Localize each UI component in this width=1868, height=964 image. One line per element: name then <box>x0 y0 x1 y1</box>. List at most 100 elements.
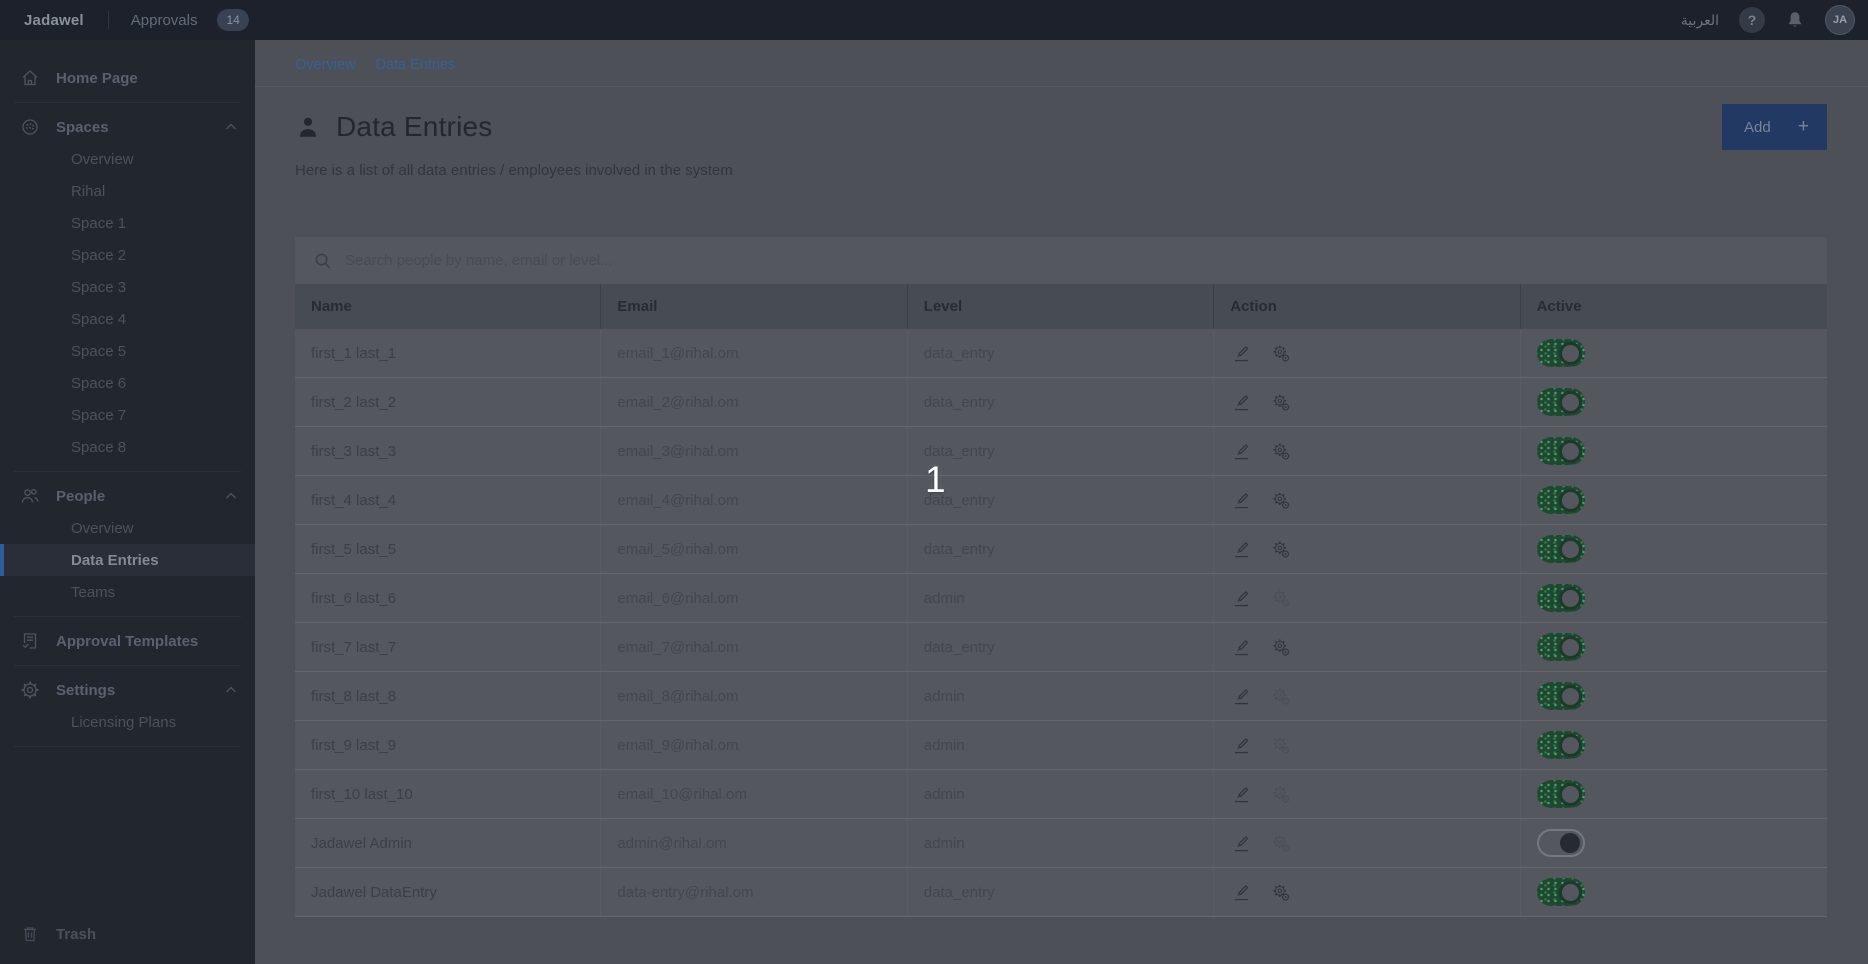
sidebar-item-label: Space 8 <box>71 438 127 456</box>
cell-name-text: first_10 last_10 <box>311 785 413 803</box>
sidebar-item-teams[interactable]: Teams <box>0 576 255 608</box>
add-button[interactable]: Add + <box>1722 104 1827 150</box>
edit-pencil-icon[interactable] <box>1232 834 1251 853</box>
sidebar-item-settings[interactable]: Settings <box>0 674 255 706</box>
edit-pencil-icon[interactable] <box>1232 589 1251 608</box>
cell-level: data_entry <box>908 329 1214 377</box>
sidebar-item-label: Data Entries <box>71 551 159 569</box>
edit-pencil-icon[interactable] <box>1232 442 1251 461</box>
column-header-email: Email <box>601 284 908 329</box>
sidebar-item-trash[interactable]: Trash <box>0 918 255 950</box>
sidebar-item-people[interactable]: People <box>0 480 255 512</box>
breadcrumb-overview[interactable]: Overview <box>295 56 355 74</box>
sidebar-item-label: Space 5 <box>71 342 127 360</box>
help-icon[interactable]: ? <box>1739 7 1765 33</box>
breadcrumb-divider <box>255 86 1868 87</box>
sidebar-item-spaces[interactable]: Spaces <box>0 111 255 143</box>
active-toggle[interactable] <box>1536 584 1585 612</box>
active-toggle[interactable] <box>1536 633 1585 661</box>
cell-level-text: data_entry <box>923 540 995 558</box>
table-row: first_2 last_2 email_2@rihal.om data_entry <box>295 378 1827 427</box>
edit-pencil-icon[interactable] <box>1232 687 1251 706</box>
edit-pencil-icon[interactable] <box>1232 393 1251 412</box>
edit-pencil-icon[interactable] <box>1232 638 1251 657</box>
active-toggle[interactable] <box>1536 388 1585 416</box>
sidebar-item-spaces-overview[interactable]: Overview <box>0 143 255 175</box>
active-toggle[interactable] <box>1536 878 1585 906</box>
permissions-gear-icon[interactable] <box>1272 344 1291 363</box>
table-row: first_8 last_8 email_8@rihal.om admin <box>295 672 1827 721</box>
sidebar-item-space-3[interactable]: Space 3 <box>0 271 255 303</box>
cell-level-text: admin <box>923 687 965 705</box>
nav-approvals-link[interactable]: Approvals 14 <box>131 9 249 31</box>
active-toggle[interactable] <box>1536 535 1585 563</box>
cell-name-text: first_3 last_3 <box>311 442 397 460</box>
active-toggle[interactable] <box>1536 437 1585 465</box>
edit-pencil-icon[interactable] <box>1232 785 1251 804</box>
sidebar-item-space-8[interactable]: Space 8 <box>0 431 255 463</box>
cell-level: data_entry <box>908 427 1214 475</box>
table-header: Name Email Level Action Active <box>295 284 1827 329</box>
sidebar-item-rihal[interactable]: Rihal <box>0 175 255 207</box>
permissions-gear-icon[interactable] <box>1272 638 1291 657</box>
active-toggle[interactable] <box>1536 682 1585 710</box>
cell-level-text: data_entry <box>923 393 995 411</box>
notifications-bell-icon[interactable] <box>1785 10 1805 30</box>
cell-name-text: first_1 last_1 <box>311 344 397 362</box>
sidebar-item-space-7[interactable]: Space 7 <box>0 399 255 431</box>
active-toggle[interactable] <box>1536 339 1585 367</box>
add-button-label: Add <box>1744 118 1771 136</box>
cell-level-text: admin <box>923 785 965 803</box>
cell-active <box>1521 770 1827 818</box>
active-toggle[interactable] <box>1536 486 1585 514</box>
sidebar-item-space-2[interactable]: Space 2 <box>0 239 255 271</box>
permissions-gear-icon[interactable] <box>1272 540 1291 559</box>
active-toggle[interactable] <box>1536 829 1585 857</box>
active-toggle[interactable] <box>1536 780 1585 808</box>
table-row: first_3 last_3 email_3@rihal.om data_entry <box>295 427 1827 476</box>
permissions-gear-icon[interactable] <box>1272 442 1291 461</box>
sidebar-item-space-4[interactable]: Space 4 <box>0 303 255 335</box>
permissions-gear-icon[interactable] <box>1272 491 1291 510</box>
sidebar-item-space-5[interactable]: Space 5 <box>0 335 255 367</box>
cell-email-text: email_1@rihal.om <box>617 344 739 362</box>
breadcrumb-data-entries[interactable]: Data Entries <box>375 56 455 74</box>
toggle-knob <box>1559 586 1583 610</box>
cell-name: Jadawel Admin <box>295 819 601 867</box>
permissions-gear-icon[interactable] <box>1272 883 1291 902</box>
sidebar-item-home-page[interactable]: Home Page <box>0 62 255 94</box>
user-avatar[interactable]: JA <box>1825 5 1855 35</box>
active-toggle[interactable] <box>1536 731 1585 759</box>
sidebar-item-space-6[interactable]: Space 6 <box>0 367 255 399</box>
cell-level-text: data_entry <box>923 638 995 656</box>
cell-level-text: admin <box>923 834 965 852</box>
cell-active <box>1521 574 1827 622</box>
cell-name: first_5 last_5 <box>295 525 601 573</box>
sidebar-item-licensing-plans[interactable]: Licensing Plans <box>0 706 255 738</box>
cell-email: email_4@rihal.om <box>601 476 907 524</box>
cell-action <box>1214 427 1520 475</box>
edit-pencil-icon[interactable] <box>1232 736 1251 755</box>
edit-pencil-icon[interactable] <box>1232 540 1251 559</box>
language-switch[interactable]: العربية <box>1681 12 1719 29</box>
sidebar-item-label: Space 7 <box>71 406 127 424</box>
edit-pencil-icon[interactable] <box>1232 883 1251 902</box>
edit-pencil-icon[interactable] <box>1232 344 1251 363</box>
page-title: Data Entries <box>336 111 493 142</box>
sidebar-item-space-1[interactable]: Space 1 <box>0 207 255 239</box>
cell-name-text: first_8 last_8 <box>311 687 397 705</box>
toggle-knob <box>1559 390 1583 414</box>
sidebar-item-label: Space 3 <box>71 278 127 296</box>
search-icon <box>313 251 333 271</box>
sidebar-item-people-overview[interactable]: Overview <box>0 512 255 544</box>
permissions-gear-icon[interactable] <box>1272 393 1291 412</box>
sidebar-divider <box>14 665 241 666</box>
permissions-gear-icon <box>1272 834 1291 853</box>
sidebar-item-approval-templates[interactable]: Approval Templates <box>0 625 255 657</box>
trash-icon <box>20 924 40 944</box>
cell-active <box>1521 623 1827 671</box>
brand-logo[interactable]: Jadawel <box>24 12 84 29</box>
edit-pencil-icon[interactable] <box>1232 491 1251 510</box>
search-input[interactable] <box>345 252 1827 269</box>
sidebar-item-data-entries[interactable]: Data Entries <box>0 544 255 576</box>
